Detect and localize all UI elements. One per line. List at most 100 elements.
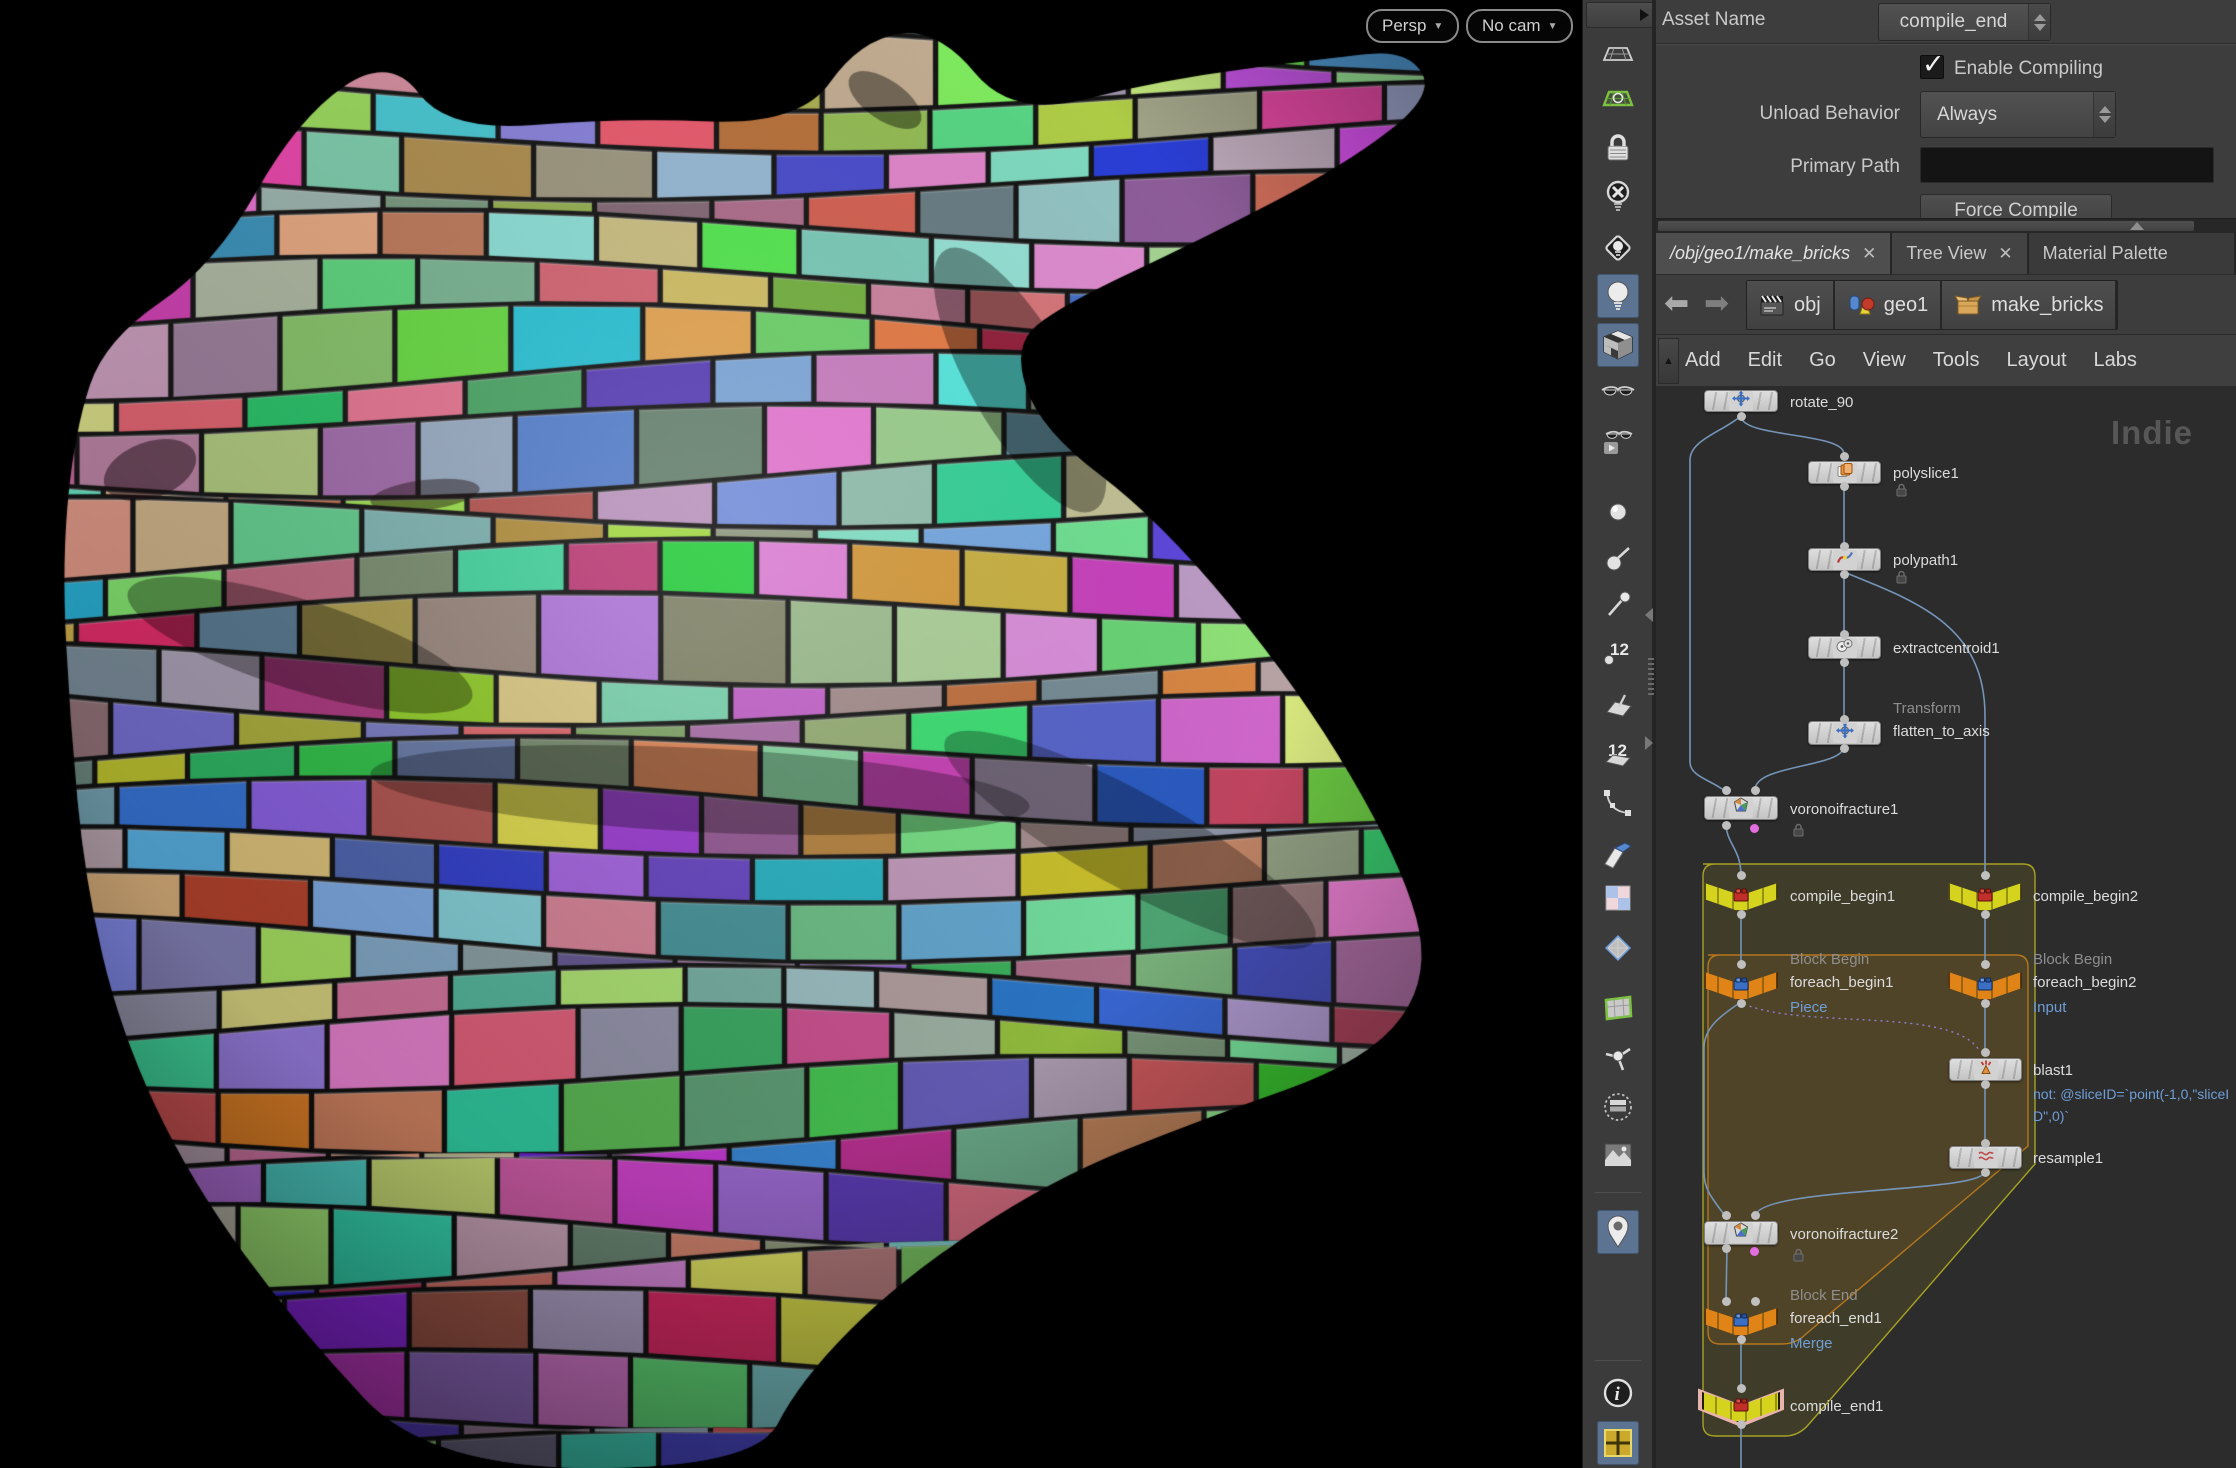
asset-name-dropdown[interactable]: compile_end	[1878, 3, 2051, 41]
unload-behavior-dropdown[interactable]: Always	[1920, 91, 2116, 138]
show-hulls-icon[interactable]	[1597, 781, 1639, 825]
node-connector[interactable]	[1840, 715, 1849, 724]
node-connector[interactable]	[1737, 412, 1746, 421]
enable-compiling-checkbox[interactable]: ✓	[1920, 55, 1944, 79]
node-voronoifracture2[interactable]	[1704, 1221, 1778, 1245]
bypass-flag-dot[interactable]	[1750, 824, 1759, 833]
default-lighting-icon[interactable]	[1597, 226, 1639, 270]
node-foreach_end1[interactable]	[1704, 1306, 1778, 1337]
primary-path-input[interactable]	[1920, 147, 2214, 183]
texture-checker-icon[interactable]	[1597, 876, 1639, 920]
node-connector[interactable]	[1751, 1297, 1760, 1306]
info-icon[interactable]: i	[1597, 1371, 1639, 1415]
close-icon[interactable]: ✕	[1998, 244, 2012, 264]
node-connector[interactable]	[1840, 570, 1849, 579]
node-flatten_to_axis[interactable]	[1808, 721, 1881, 745]
brick-pighead-model[interactable]	[0, 0, 1582, 1468]
point-numbers-icon[interactable]: 12	[1597, 631, 1639, 675]
node-foreach_begin2[interactable]	[1948, 970, 2022, 1001]
node-compile_end1[interactable]	[1702, 1390, 1780, 1423]
point-normals-icon[interactable]	[1597, 536, 1639, 580]
node-connector[interactable]	[1722, 1297, 1731, 1306]
node-connector[interactable]	[1737, 910, 1746, 919]
node-compile_begin1[interactable]	[1704, 881, 1778, 912]
node-connector[interactable]	[1840, 542, 1849, 551]
bypass-flag-dot[interactable]	[1750, 1247, 1759, 1256]
node-connector[interactable]	[1737, 960, 1746, 969]
spinner-icon[interactable]	[2093, 92, 2115, 137]
menu-labs[interactable]: Labs	[2094, 349, 2137, 372]
scrollbar-thumb[interactable]	[1658, 221, 2194, 231]
toolbar-flyout-button[interactable]	[1586, 2, 1655, 28]
point-trail-icon[interactable]	[1597, 583, 1639, 627]
wireframe-ghost-icon[interactable]	[1597, 986, 1639, 1030]
tab--obj-geo1-make-bricks[interactable]: /obj/geo1/make_bricks✕	[1656, 233, 1892, 274]
node-connector[interactable]	[1737, 1384, 1746, 1393]
expand-up-icon[interactable]	[2130, 222, 2144, 230]
menu-view[interactable]: View	[1863, 349, 1906, 372]
node-rotate_90[interactable]	[1704, 390, 1778, 412]
menu-layout[interactable]: Layout	[2006, 349, 2066, 372]
node-resample1[interactable]	[1949, 1146, 2022, 1169]
node-connector[interactable]	[1840, 452, 1849, 461]
node-connector[interactable]	[1722, 786, 1731, 795]
node-connector[interactable]	[1981, 1139, 1990, 1148]
splitter-collapse-left-icon[interactable]	[1645, 608, 1653, 622]
visualizers-pin-icon[interactable]	[1597, 1210, 1639, 1254]
construction-plane-icon[interactable]	[1597, 33, 1639, 77]
node-connector[interactable]	[1722, 821, 1731, 830]
network-editor[interactable]: Indie rotate_90polyslice1polypath1extrac…	[1656, 386, 2236, 1468]
node-connector[interactable]	[1751, 1211, 1760, 1220]
node-voronoifracture1[interactable]	[1704, 796, 1778, 820]
prim-normals-icon[interactable]	[1597, 683, 1639, 727]
node-connector[interactable]	[1981, 999, 1990, 1008]
grid-overlay-icon[interactable]	[1597, 1421, 1639, 1465]
node-compile_begin2[interactable]	[1948, 881, 2022, 912]
breadcrumb-segment-obj[interactable]: obj	[1747, 281, 1835, 329]
particle-axis-icon[interactable]	[1597, 1035, 1639, 1079]
node-connector[interactable]	[1840, 744, 1849, 753]
scene-viewport[interactable]: Persp ▼ No cam ▼	[0, 0, 1582, 1468]
node-blast1[interactable]	[1949, 1058, 2022, 1081]
lock-icon[interactable]	[1597, 126, 1639, 170]
spinner-icon[interactable]	[2028, 4, 2050, 40]
node-connector[interactable]	[1722, 1244, 1731, 1253]
node-connector[interactable]	[1981, 1168, 1990, 1177]
splitter-drag-handle[interactable]	[1648, 658, 1654, 698]
menu-edit[interactable]: Edit	[1748, 349, 1782, 372]
node-connector[interactable]	[1737, 871, 1746, 880]
breadcrumb-segment-geo1[interactable]: geo1	[1835, 281, 1943, 329]
show-points-icon[interactable]	[1597, 490, 1639, 534]
parameter-scrollbar[interactable]	[1656, 218, 2236, 233]
back-arrow-icon[interactable]: ⬅	[1664, 289, 1689, 319]
volume-disc-icon[interactable]	[1597, 1085, 1639, 1129]
node-connector[interactable]	[1737, 1420, 1746, 1429]
backface-icon[interactable]	[1597, 833, 1639, 877]
perspective-view-button[interactable]: Persp ▼	[1366, 9, 1459, 43]
node-connector[interactable]	[1840, 630, 1849, 639]
display-options-icon[interactable]	[1597, 373, 1639, 417]
high-quality-lighting-icon[interactable]	[1597, 274, 1639, 318]
node-connector[interactable]	[1751, 786, 1760, 795]
splitter-collapse-right-icon[interactable]	[1645, 736, 1653, 750]
node-connector[interactable]	[1981, 871, 1990, 880]
force-compile-button[interactable]: Force Compile	[1920, 194, 2112, 218]
node-foreach_begin1[interactable]	[1704, 970, 1778, 1001]
menu-collapse-button[interactable]: ▲	[1658, 338, 1679, 384]
node-connector[interactable]	[1722, 1211, 1731, 1220]
background-image-icon[interactable]	[1597, 1133, 1639, 1177]
node-connector[interactable]	[1981, 1080, 1990, 1089]
node-polyslice1[interactable]	[1808, 461, 1881, 484]
node-polypath1[interactable]	[1808, 548, 1881, 571]
smooth-shade-icon[interactable]	[1597, 926, 1639, 970]
tab-material-palette[interactable]: Material Palette	[2029, 233, 2236, 274]
flipbook-icon[interactable]	[1597, 421, 1639, 465]
hq-shadows-icon[interactable]	[1597, 323, 1639, 367]
forward-arrow-icon[interactable]: ➡	[1704, 289, 1729, 319]
tab-tree-view[interactable]: Tree View✕	[1892, 233, 2028, 274]
menu-tools[interactable]: Tools	[1933, 349, 1980, 372]
node-connector[interactable]	[1840, 482, 1849, 491]
menu-go[interactable]: Go	[1809, 349, 1836, 372]
headlight-icon[interactable]	[1597, 174, 1639, 218]
node-connector[interactable]	[1737, 999, 1746, 1008]
